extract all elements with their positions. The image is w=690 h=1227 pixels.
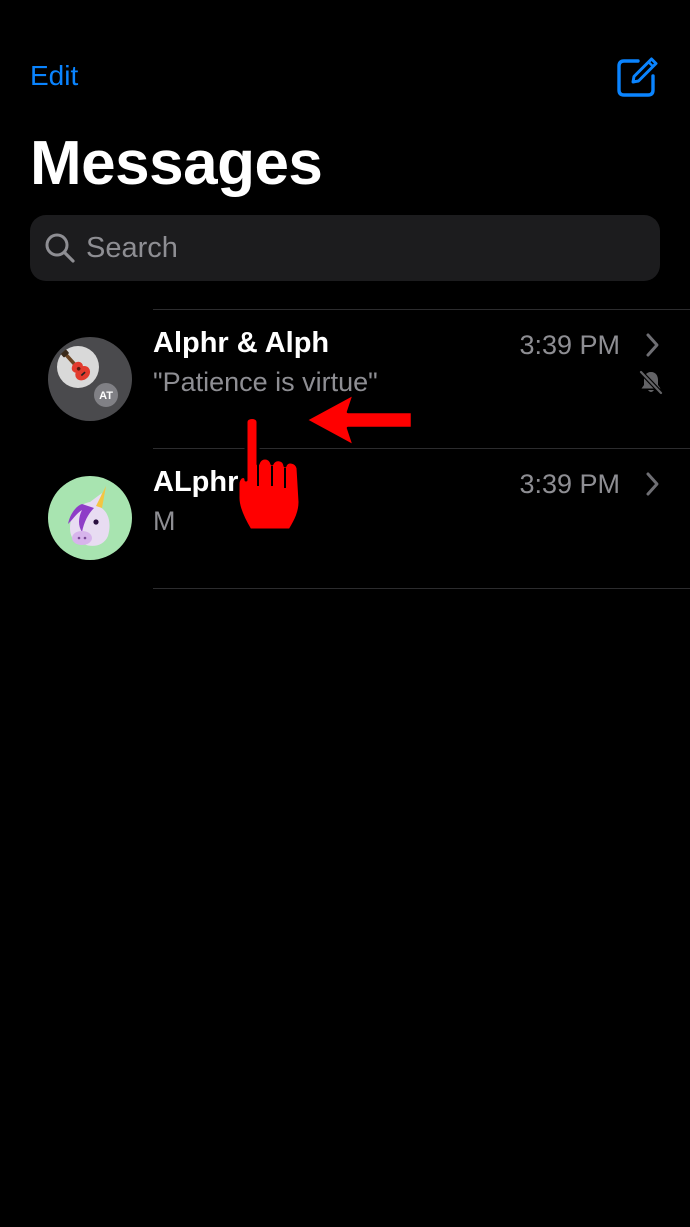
conversation-row[interactable]: AT Alphr & Alph 3:39 PM "Patience is vir… <box>0 310 690 448</box>
edit-button[interactable]: Edit <box>30 60 78 92</box>
page-title: Messages <box>30 129 323 198</box>
compose-button[interactable] <box>614 54 660 100</box>
search-bar[interactable] <box>30 215 660 281</box>
chevron-right-icon <box>646 472 659 496</box>
conversation-name: Alphr & Alph <box>153 327 330 359</box>
search-icon <box>45 233 75 263</box>
conversation-preview: M <box>153 506 176 536</box>
avatar-initials-badge: AT <box>99 390 113 402</box>
search-input[interactable] <box>86 215 646 281</box>
messages-screen: Edit Messages Search AT Alphr & Alph 3:3… <box>0 0 690 1227</box>
unicorn-icon <box>68 486 110 546</box>
conversation-row[interactable]: ALphr 3:39 PM M <box>0 449 690 587</box>
nav-bar: Edit <box>0 50 690 106</box>
guitar-icon: AT <box>57 346 120 409</box>
conversation-time: 3:39 PM <box>519 330 620 360</box>
conversation-name: ALphr <box>153 466 239 498</box>
muted-bell-icon <box>639 370 663 395</box>
conversation-preview: "Patience is virtue" <box>153 367 378 397</box>
compose-icon <box>617 57 658 97</box>
conversation-time: 3:39 PM <box>519 469 620 499</box>
contact-avatar <box>48 476 132 560</box>
group-avatar: AT <box>48 337 132 421</box>
chevron-right-icon <box>646 333 659 357</box>
list-divider <box>153 588 690 589</box>
